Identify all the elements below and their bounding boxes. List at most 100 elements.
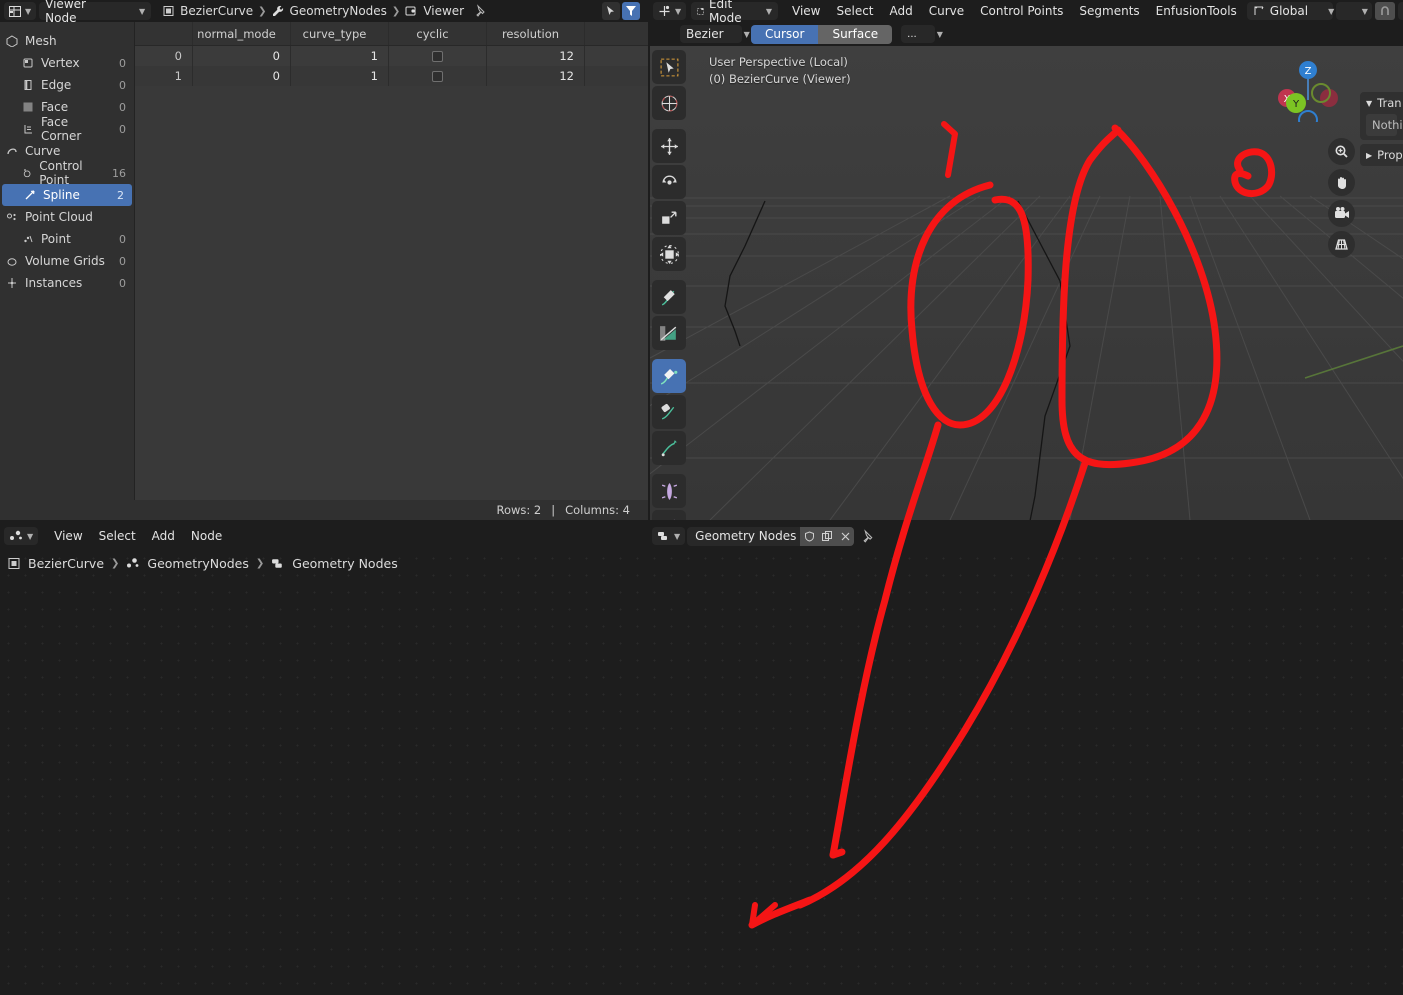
node-menu-view[interactable]: View (46, 527, 90, 545)
cyclic-checkbox[interactable] (432, 70, 443, 82)
pin-icon[interactable] (861, 528, 876, 544)
node-menu-add[interactable]: Add (144, 527, 183, 545)
dataset-item-control-point[interactable]: Control Point 16 (0, 159, 134, 187)
spreadsheet-grid[interactable]: normal_mode curve_type cyclic resolution 00… (135, 22, 648, 500)
depth-toggle-group: Cursor Surface (751, 24, 893, 44)
cursor-tool-icon (661, 95, 677, 111)
tilt-tool[interactable] (652, 474, 686, 508)
dataset-item-point[interactable]: Point 0 (0, 228, 134, 250)
dataset-item-label: Point (41, 232, 71, 246)
column-header[interactable]: cyclic (389, 22, 487, 45)
breadcrumb-separator: ❯ (111, 558, 120, 569)
geometry-node-editor-icon (10, 530, 22, 540)
dataset-item-point-cloud[interactable]: Point Cloud (0, 206, 134, 228)
measure-tool[interactable] (652, 316, 686, 350)
transform-orientation-selector[interactable]: Global ▼ (1246, 2, 1334, 20)
viewport-canvas[interactable]: User Perspective (Local) (0) BezierCurve… (650, 46, 1403, 520)
tweak-select-box-tool[interactable] (652, 50, 686, 84)
shear-tool[interactable] (652, 510, 686, 520)
camera-view-icon[interactable] (1328, 200, 1355, 227)
transform-panel[interactable]: ▼ Tran Nothin (1360, 92, 1403, 140)
toggle-surface[interactable]: Surface (818, 24, 893, 44)
instances-icon (8, 278, 16, 288)
extrude-curve-tool[interactable] (652, 395, 686, 429)
filter-icon[interactable] (622, 2, 640, 20)
proportional-edit-selector[interactable]: ▼ (1397, 2, 1403, 20)
node-breadcrumb-modifier[interactable]: GeometryNodes (147, 556, 248, 571)
table-row[interactable]: 1 0 1 12 (135, 66, 648, 86)
scale-tool[interactable] (652, 201, 686, 235)
transform-tool[interactable] (652, 237, 686, 271)
dataset-mode-selector[interactable]: Viewer Node ▼ (39, 0, 152, 25)
curve-type-selector[interactable]: Bezier ▼ (680, 25, 750, 43)
dataset-item-edge[interactable]: Edge 0 (0, 74, 134, 96)
zoom-icon[interactable] (1328, 138, 1355, 165)
rotate-tool[interactable] (652, 165, 686, 199)
chevron-down-icon: ▼ (27, 531, 34, 541)
modifier-selector[interactable]: ▼ (652, 527, 686, 545)
breadcrumb-viewer[interactable]: Viewer (423, 4, 464, 18)
dataset-item-volume-grids[interactable]: Volume Grids 0 (0, 250, 134, 272)
viewport-menu-view[interactable]: View (784, 2, 828, 20)
viewport-menu-enfusiontools[interactable]: EnfusionTools (1148, 2, 1245, 20)
radius-curve-tool-icon (661, 439, 677, 456)
more-options-button[interactable]: ... ▼ (901, 25, 943, 43)
move-tool[interactable] (652, 129, 686, 163)
dataset-item-label: Instances (25, 276, 83, 290)
node-menu-node[interactable]: Node (183, 527, 230, 545)
navigation-gizmo[interactable]: X Y Z (1265, 50, 1343, 122)
node-menu-select[interactable]: Select (91, 527, 144, 545)
dataset-item-vertex[interactable]: Vertex 0 (0, 52, 134, 74)
column-header[interactable]: resolution (487, 22, 585, 45)
dataset-item-label: Edge (41, 78, 72, 92)
dataset-item-spline[interactable]: Spline 2 (2, 184, 132, 206)
toolbar-separator (652, 122, 688, 127)
editor-type-selector[interactable]: ▼ (4, 527, 39, 545)
table-row[interactable]: 0 0 1 12 (135, 46, 648, 66)
node-canvas[interactable]: ▼Group InputGeometry▼Resample CurveCurve… (0, 550, 1403, 995)
edit-mode-icon (697, 7, 704, 15)
breadcrumb-separator: ❯ (258, 5, 267, 17)
breadcrumb-object[interactable]: BezierCurve (180, 4, 253, 18)
pan-hand-icon[interactable] (1328, 169, 1355, 196)
node-breadcrumb-tree[interactable]: Geometry Nodes (292, 556, 397, 571)
editor-type-selector[interactable]: ▼ (653, 2, 687, 20)
dataset-item-instances[interactable]: Instances 0 (0, 272, 134, 294)
table-cell-resolution: 12 (487, 46, 585, 66)
node-tree-name[interactable]: Geometry Nodes (695, 529, 800, 543)
item-panel[interactable]: ▶ Prop (1360, 144, 1403, 166)
new-copy-icon[interactable] (818, 526, 837, 546)
chevron-down-icon: ▼ (139, 6, 146, 16)
dataset-item-mesh[interactable]: Mesh (0, 30, 134, 52)
pivot-point-selector[interactable]: ▼ (1335, 2, 1372, 20)
empty-row (135, 386, 648, 406)
annotate-tool[interactable] (652, 280, 686, 314)
editor-type-selector[interactable]: ▼ (4, 2, 37, 20)
pin-icon[interactable] (474, 4, 488, 18)
toggle-cursor[interactable]: Cursor (751, 24, 819, 44)
cursor-select-icon[interactable] (602, 2, 620, 20)
empty-row (135, 106, 648, 126)
column-header[interactable]: normal_mode (193, 22, 291, 45)
dataset-item-face-corner[interactable]: Face Corner 0 (0, 115, 134, 143)
node-breadcrumb-object[interactable]: BezierCurve (28, 556, 104, 571)
transform-panel-header[interactable]: ▼ Tran (1366, 96, 1402, 110)
viewport-menu-segments[interactable]: Segments (1071, 2, 1147, 20)
column-header[interactable]: curve_type (291, 22, 389, 45)
viewport-menu-curve[interactable]: Curve (921, 2, 972, 20)
fake-user-icon[interactable] (800, 526, 819, 546)
column-header-row: normal_mode curve_type cyclic resolution (135, 22, 648, 46)
perspective-toggle-icon[interactable] (1328, 231, 1355, 258)
cursor-tool[interactable] (652, 86, 686, 120)
radius-curve-tool[interactable] (652, 431, 686, 465)
breadcrumb-modifier[interactable]: GeometryNodes (290, 4, 387, 18)
item-panel-header[interactable]: ▶ Prop (1366, 148, 1403, 162)
snap-magnet-icon[interactable] (1374, 2, 1395, 20)
viewport-menu-control-points[interactable]: Control Points (972, 2, 1071, 20)
viewport-menu-add[interactable]: Add (882, 2, 921, 20)
draw-curve-tool[interactable] (652, 359, 686, 393)
cyclic-checkbox[interactable] (432, 50, 443, 62)
viewport-menu-select[interactable]: Select (828, 2, 881, 20)
unlink-icon[interactable] (836, 526, 855, 546)
mode-selector[interactable]: Edit Mode ▼ (691, 0, 778, 25)
